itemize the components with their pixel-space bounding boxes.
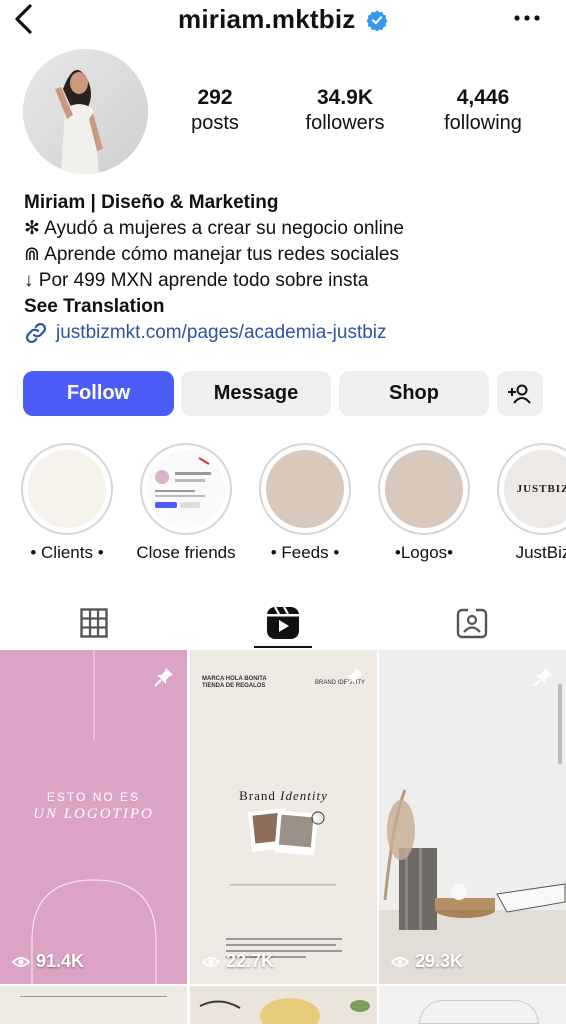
profile-screenshot-thumbnail xyxy=(147,450,225,528)
highlight-cover: JUSTBIZ xyxy=(504,450,566,528)
grid-icon xyxy=(80,608,108,638)
username-title: miriam.mktbiz xyxy=(178,4,356,34)
reel-cover-art xyxy=(199,998,370,1024)
profile-tabs xyxy=(0,598,566,648)
message-button[interactable]: Message xyxy=(181,371,331,416)
more-options-icon[interactable] xyxy=(512,8,542,28)
suggested-accounts-button[interactable] xyxy=(497,371,543,416)
tagged-icon xyxy=(456,608,488,639)
view-count: 91.4K xyxy=(12,951,84,972)
eye-icon xyxy=(391,956,409,967)
verified-badge-icon xyxy=(366,9,388,31)
follow-button[interactable]: Follow xyxy=(23,371,174,416)
reel-cover-art xyxy=(379,789,566,984)
profile-display-name: Miriam | Diseño & Marketing xyxy=(24,192,279,213)
tab-posts-grid[interactable] xyxy=(0,598,188,648)
reel-tile[interactable]: 29.3K xyxy=(379,650,566,984)
active-tab-indicator xyxy=(254,646,312,648)
pin-icon xyxy=(533,668,552,687)
shop-button[interactable]: Shop xyxy=(339,371,489,416)
highlight-logos[interactable]: •Logos• xyxy=(378,443,470,562)
profile-bio: Miriam | Diseño & Marketing ✻ Ayudó a mu… xyxy=(24,190,554,346)
tab-reels[interactable] xyxy=(189,598,377,648)
reel-text-line: UN LOGOTIPO xyxy=(33,806,154,822)
reel-tile[interactable]: ESTO NO ES UN LOGOTIPO 91.4K xyxy=(0,650,187,984)
pin-icon xyxy=(154,668,173,687)
eye-icon xyxy=(12,956,30,967)
reel-tile[interactable] xyxy=(0,986,187,1024)
view-count: 22.7K xyxy=(202,951,274,972)
reel-tile[interactable] xyxy=(379,986,566,1024)
profile-stats: 292 posts 34.9K followers 4,446 followin… xyxy=(150,86,556,136)
highlight-cover xyxy=(266,450,344,528)
reels-icon xyxy=(267,606,299,639)
bio-line: ✻ Ayudó a mujeres a crear su negocio onl… xyxy=(24,218,404,239)
stat-followers[interactable]: 34.9K followers xyxy=(280,86,410,136)
highlight-justbiz[interactable]: JUSTBIZ JustBiz xyxy=(497,443,566,562)
view-count: 29.3K xyxy=(391,951,463,972)
reel-cover-art xyxy=(226,808,342,958)
highlight-cover xyxy=(28,450,106,528)
highlight-cover xyxy=(385,450,463,528)
pin-icon xyxy=(344,668,363,687)
eye-icon xyxy=(202,956,220,967)
highlight-cover xyxy=(147,450,225,528)
reel-text-line: ESTO NO ES xyxy=(46,790,141,804)
stat-following[interactable]: 4,446 following xyxy=(410,86,556,136)
profile-avatar[interactable] xyxy=(23,49,148,174)
highlight-feeds[interactable]: • Feeds • xyxy=(259,443,351,562)
add-person-icon xyxy=(508,384,531,404)
reel-tile[interactable] xyxy=(190,986,377,1024)
bio-website-link[interactable]: justbizmkt.com/pages/academia-justbiz xyxy=(24,320,554,346)
reel-tile[interactable]: MARCA HOLA BONITA TIENDA DE REGALOS BRAN… xyxy=(190,650,377,984)
highlight-close-friends[interactable]: Close friends xyxy=(136,443,236,562)
tab-tagged[interactable] xyxy=(378,598,566,648)
profile-header: miriam.mktbiz xyxy=(0,0,566,40)
bio-line: ⋒ Aprende cómo manejar tus redes sociale… xyxy=(24,244,399,265)
scrollbar[interactable] xyxy=(558,684,562,764)
highlight-clients[interactable]: • Clients • xyxy=(21,443,113,562)
bio-line: ↓ Por 499 MXN aprende todo sobre insta xyxy=(24,270,369,291)
link-icon xyxy=(25,322,47,344)
justbiz-logo: JUSTBIZ xyxy=(516,483,566,495)
avatar-photo xyxy=(23,49,148,174)
stat-posts[interactable]: 292 posts xyxy=(150,86,280,136)
see-translation-link[interactable]: See Translation xyxy=(24,294,554,320)
